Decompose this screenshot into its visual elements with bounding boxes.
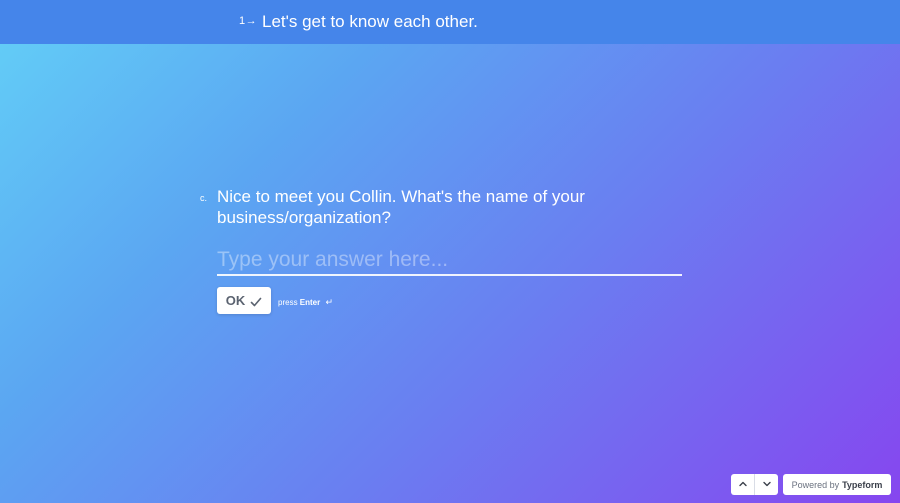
answer-input[interactable] [217,246,682,276]
section-title: Let's get to know each other. [262,12,478,31]
top-header-bar: 1→ Let's get to know each other. [0,0,900,44]
previous-question-button[interactable] [731,474,754,495]
press-enter-hint: press Enter ↵ [278,297,333,308]
ok-button[interactable]: OK [217,287,271,314]
section-arrow-icon: → [245,15,258,27]
enter-icon: ↵ [325,297,334,307]
question-navigation [731,474,778,495]
powered-by-label: Powered by [791,479,840,490]
next-question-button[interactable] [754,474,778,495]
question-letter: c. [200,193,208,203]
press-label: press [278,298,298,307]
chevron-up-icon [738,476,748,494]
question-text: Nice to meet you Collin. What's the name… [217,187,585,227]
powered-by-typeform-link[interactable]: Powered by Typeform [783,474,891,495]
chevron-down-icon [762,476,772,494]
section-number: 1→ [239,15,257,27]
ok-button-label: OK [225,293,246,308]
enter-key-label: Enter [299,298,321,307]
check-icon [250,295,262,307]
section-number-value: 1 [239,15,246,27]
typeform-brand: Typeform [842,479,883,490]
